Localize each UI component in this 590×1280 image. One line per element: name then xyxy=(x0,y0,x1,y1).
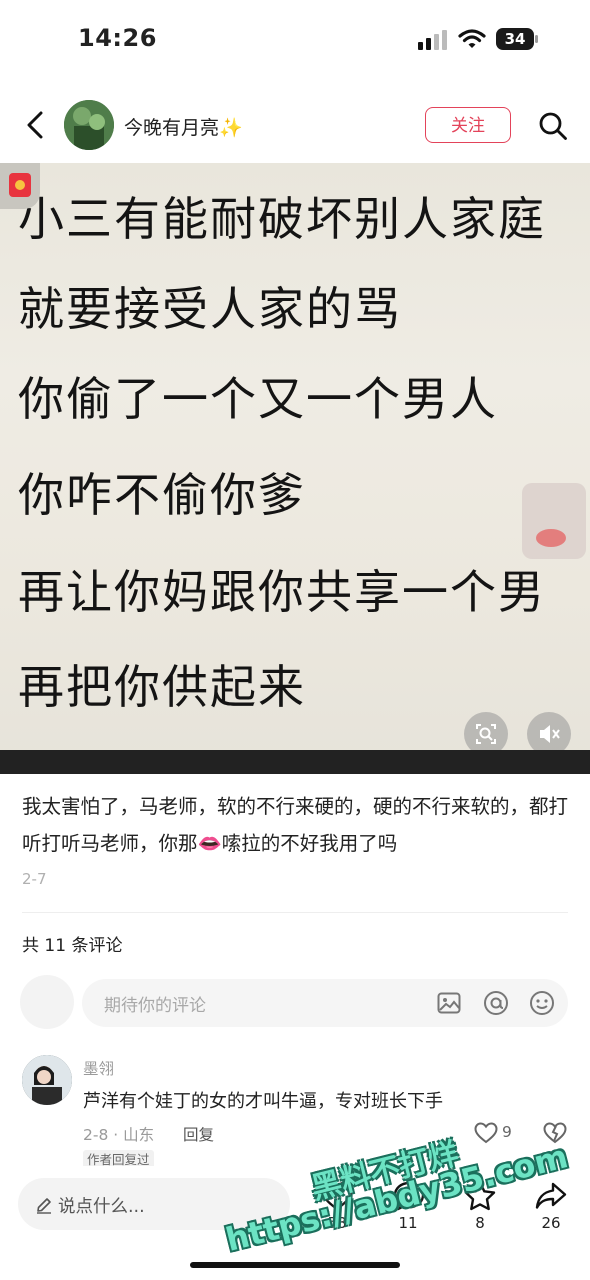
media-text-line: 就要接受人家的骂 xyxy=(18,282,402,336)
battery-icon: 34 xyxy=(496,28,540,50)
red-packet-icon[interactable] xyxy=(0,163,40,209)
comment-count: 共 11 条评论 xyxy=(22,936,123,956)
status-time: 14:26 xyxy=(78,24,157,52)
back-icon[interactable] xyxy=(22,110,48,140)
wifi-icon xyxy=(458,29,486,48)
media-text-line: 再把你供起来 xyxy=(18,660,306,714)
comment-meta: 2-8 · 山东 xyxy=(83,1126,155,1144)
comment-text: 芦洋有个娃丁的女的才叫牛逼，专对班长下手 xyxy=(83,1091,443,1112)
commenter-avatar[interactable] xyxy=(22,1055,72,1105)
share-count: 26 xyxy=(541,1214,561,1232)
image-icon[interactable] xyxy=(437,992,461,1014)
commenter-name[interactable]: 墨翎 xyxy=(83,1057,114,1079)
reply-button[interactable]: 回复 xyxy=(183,1123,214,1145)
home-indicator[interactable] xyxy=(190,1262,400,1268)
say-something-placeholder[interactable]: 说点什么... xyxy=(58,1193,145,1218)
star-count: 8 xyxy=(475,1214,485,1232)
media-text-line: 你偷了一个又一个男人 xyxy=(18,372,498,426)
emoji-icon[interactable] xyxy=(529,990,555,1016)
comment-like-count: 9 xyxy=(502,1123,512,1141)
post-date: 2-7 xyxy=(22,870,47,888)
media-progress-strip xyxy=(0,750,590,774)
comment-like-icon[interactable] xyxy=(474,1122,498,1144)
author-name[interactable]: 今晚有月亮✨ xyxy=(124,113,243,140)
divider xyxy=(22,912,568,913)
mention-icon[interactable] xyxy=(483,990,509,1016)
post-caption: 我太害怕了，马老师，软的不行来硬的，硬的不行来软的，都打听打听马老师，你那👄嗦拉… xyxy=(22,795,569,855)
comment-input-placeholder[interactable]: 期待你的评论 xyxy=(104,991,206,1016)
post-media[interactable]: 小三有能耐破坏别人家庭 就要接受人家的骂 你偷了一个又一个男人 你咋不偷你爹 再… xyxy=(0,163,590,773)
follow-button[interactable]: 关注 xyxy=(425,107,511,143)
battery-level: 34 xyxy=(496,28,534,50)
author-avatar[interactable] xyxy=(64,100,114,150)
share-icon[interactable] xyxy=(534,1180,568,1212)
media-text-line: 再让你妈跟你共享一个男 xyxy=(18,565,546,619)
my-avatar xyxy=(20,975,74,1029)
pencil-icon xyxy=(37,1198,51,1214)
signal-icon xyxy=(418,30,447,50)
search-icon[interactable] xyxy=(538,111,568,141)
blurred-sticker xyxy=(522,483,586,559)
media-text-line: 小三有能耐破坏别人家庭 xyxy=(18,192,546,246)
media-text-line: 你咋不偷你爹 xyxy=(18,468,306,522)
